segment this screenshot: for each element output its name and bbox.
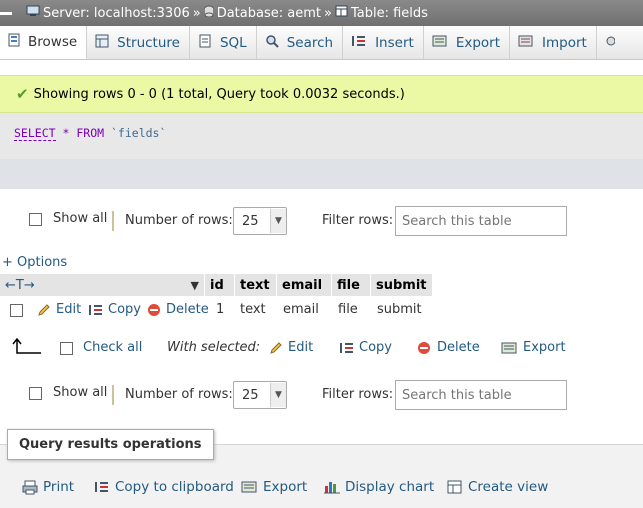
breadcrumb-database[interactable]: Database: aemt xyxy=(217,6,321,21)
bulk-delete-button[interactable]: Delete xyxy=(417,340,480,355)
chevron-down-icon: ▼ xyxy=(270,209,286,233)
breadcrumb-table[interactable]: Table: fields xyxy=(351,6,428,21)
check-all-label[interactable]: Check all xyxy=(83,340,142,355)
rows-select[interactable]: 25 ▼ xyxy=(233,381,287,409)
sql-query: SELECT * FROM `fields` xyxy=(0,113,643,159)
bulk-edit-button[interactable]: Edit xyxy=(269,340,313,355)
row-checkbox[interactable] xyxy=(10,304,23,317)
pencil-icon xyxy=(38,303,50,316)
row-edit-button[interactable]: Edit xyxy=(37,302,81,317)
tab-export[interactable]: Export xyxy=(424,26,511,59)
copy-icon xyxy=(95,482,108,492)
show-all-checkbox[interactable] xyxy=(29,387,42,400)
tab-more[interactable] xyxy=(597,26,632,59)
arrow-up-left-icon xyxy=(12,338,41,354)
bar-chart-icon xyxy=(324,482,340,494)
column-header-submit[interactable]: submit xyxy=(371,274,433,296)
filter-label: Filter rows: xyxy=(322,213,394,228)
column-resize-icon[interactable]: ←T→ xyxy=(5,278,35,293)
tab-insert[interactable]: Insert xyxy=(343,26,424,59)
filter-label: Filter rows: xyxy=(322,387,394,402)
copy-icon xyxy=(89,304,102,315)
import-icon xyxy=(518,34,534,52)
column-header-id[interactable]: id xyxy=(205,274,235,296)
export-icon xyxy=(432,34,448,52)
more-icon xyxy=(605,34,616,52)
sort-arrow-icon[interactable]: ▼ xyxy=(191,279,199,292)
rows-label: Number of rows: xyxy=(125,387,233,402)
table-icon xyxy=(335,5,348,21)
delete-icon xyxy=(148,303,160,316)
table-header: ←T→ ▼ id text email file submit xyxy=(0,274,433,296)
create-view-icon xyxy=(447,480,462,494)
delete-icon xyxy=(418,341,430,354)
search-icon xyxy=(265,34,279,52)
cell-submit: submit xyxy=(377,302,422,317)
copy-to-clipboard-button[interactable]: Copy to clipboard xyxy=(94,479,234,495)
column-header-email[interactable]: email xyxy=(277,274,332,296)
sql-toolbar xyxy=(0,159,643,189)
pencil-icon xyxy=(270,341,282,354)
bulk-actions: Check all With selected: Edit Copy Delet… xyxy=(0,335,643,363)
column-header-file[interactable]: file xyxy=(332,274,371,296)
options-link[interactable]: + Options xyxy=(2,255,67,270)
chevron-down-icon: ▼ xyxy=(270,383,286,407)
show-all-label: Show all xyxy=(53,385,108,400)
tab-sql[interactable]: SQL xyxy=(190,26,257,59)
success-message: ✔ Showing rows 0 - 0 (1 total, Query too… xyxy=(0,75,643,113)
with-selected-label: With selected: xyxy=(167,340,261,355)
rows-label: Number of rows: xyxy=(125,213,233,228)
sql-icon xyxy=(198,34,212,52)
create-view-button[interactable]: Create view xyxy=(447,479,548,495)
success-text: Showing rows 0 - 0 (1 total, Query took … xyxy=(33,86,405,102)
query-results-operations-title: Query results operations xyxy=(7,429,214,460)
check-all-checkbox[interactable] xyxy=(60,342,73,355)
database-icon xyxy=(204,5,214,21)
browse-icon xyxy=(8,33,20,51)
display-chart-button[interactable]: Display chart xyxy=(324,479,434,495)
server-icon xyxy=(26,5,40,21)
divider xyxy=(112,385,114,405)
show-all-label: Show all xyxy=(53,211,108,226)
rows-select[interactable]: 25 ▼ xyxy=(233,207,287,235)
filter-input[interactable] xyxy=(395,206,567,236)
structure-icon xyxy=(95,34,109,52)
show-all-checkbox[interactable] xyxy=(29,213,42,226)
insert-icon xyxy=(351,34,367,52)
cell-file: file xyxy=(338,302,358,317)
query-ops-toolbar: Print Copy to clipboard Export Display c… xyxy=(0,478,643,500)
tab-search[interactable]: Search xyxy=(257,26,344,59)
navigation-top: Show all Number of rows: 25 ▼ Filter row… xyxy=(0,205,643,237)
tab-bar: Browse Structure SQL Search Insert Expor… xyxy=(0,26,643,60)
export-icon xyxy=(501,342,517,353)
filter-input[interactable] xyxy=(395,380,567,410)
breadcrumb: Server: localhost:3306 » Database: aemt … xyxy=(0,0,643,26)
bulk-export-button[interactable]: Export xyxy=(501,340,566,355)
export-button[interactable]: Export xyxy=(241,479,307,495)
row-delete-button[interactable]: Delete xyxy=(147,302,209,317)
export-icon xyxy=(241,481,257,493)
breadcrumb-server[interactable]: Server: localhost:3306 xyxy=(43,6,190,21)
column-header-text[interactable]: text xyxy=(235,274,277,296)
checkmark-icon: ✔ xyxy=(16,85,29,103)
print-button[interactable]: Print xyxy=(22,479,74,495)
cell-email: email xyxy=(283,302,319,317)
tab-structure[interactable]: Structure xyxy=(87,26,190,59)
collapse-icon[interactable] xyxy=(0,11,12,15)
tab-browse[interactable]: Browse xyxy=(0,26,88,59)
cell-id: 1 xyxy=(216,302,225,317)
row-copy-button[interactable]: Copy xyxy=(88,302,141,317)
navigation-bottom: Show all Number of rows: 25 ▼ Filter row… xyxy=(0,379,643,411)
print-icon xyxy=(22,480,38,494)
cell-text: text xyxy=(240,302,266,317)
tab-import[interactable]: Import xyxy=(510,26,597,59)
copy-icon xyxy=(340,342,353,353)
table-row: Edit Copy Delete 1 text email file submi… xyxy=(0,297,440,323)
bulk-copy-button[interactable]: Copy xyxy=(339,340,392,355)
divider xyxy=(112,211,114,231)
